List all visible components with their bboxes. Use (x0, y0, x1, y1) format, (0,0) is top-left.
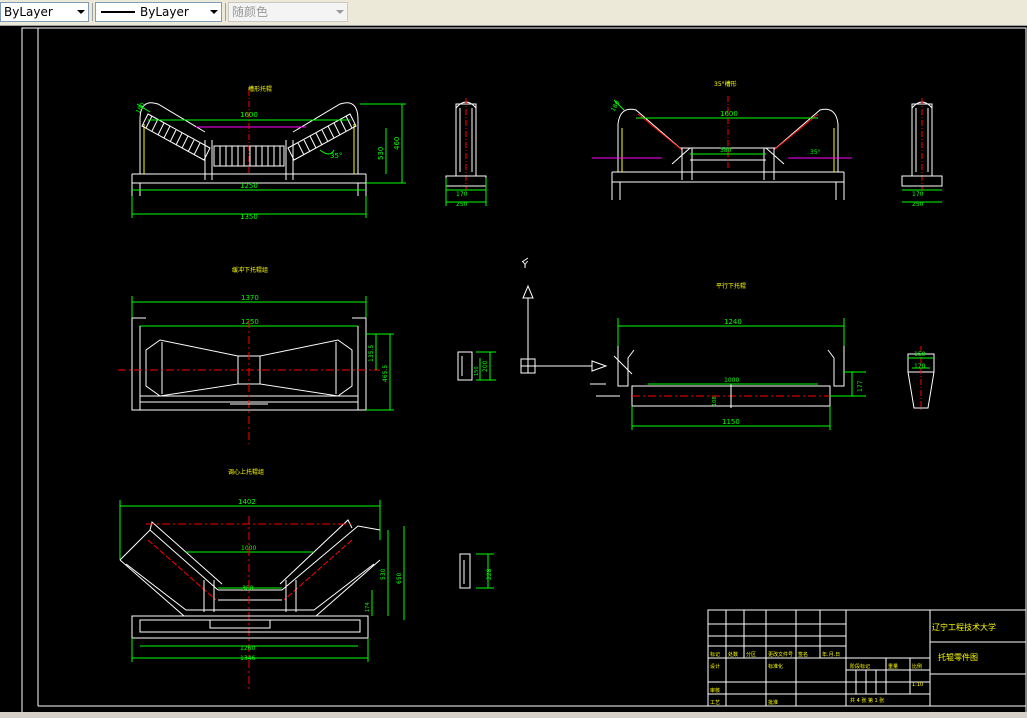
svg-text:170: 170 (912, 191, 924, 198)
svg-text:1240: 1240 (724, 318, 742, 326)
svg-text:150: 150 (474, 366, 480, 376)
svg-text:批准: 批准 (768, 699, 778, 706)
troughed-idler-front-view: 槽形托辊 1600 1250 1350 530 460 35° 180 (131, 85, 406, 221)
troughed-35-side-view: 170 250 (901, 98, 943, 208)
svg-text:1370: 1370 (241, 294, 259, 302)
svg-text:审核: 审核 (710, 687, 720, 694)
linetype-dropdown-value: ByLayer (140, 5, 189, 19)
view-title: 调心上托辊组 (228, 468, 264, 476)
ucs-axis-icon: Y (520, 257, 608, 374)
svg-text:1:10: 1:10 (912, 682, 923, 688)
svg-text:135.5: 135.5 (368, 345, 375, 362)
svg-text:1150: 1150 (722, 418, 740, 426)
svg-text:1250: 1250 (240, 182, 258, 190)
svg-text:设计: 设计 (710, 663, 720, 670)
drawing-canvas[interactable]: 槽形托辊 1600 1250 1350 530 460 35° 180 170 … (0, 26, 1027, 714)
svg-text:460: 460 (393, 137, 401, 150)
svg-text:1000: 1000 (724, 377, 739, 384)
svg-text:228: 228 (486, 568, 493, 580)
view-title: 35°槽形 (714, 80, 737, 88)
svg-text:650: 650 (396, 572, 403, 584)
parallel-idler-side-view: 150 170 (907, 346, 935, 412)
bottom-bracket-detail: 228 (459, 553, 494, 589)
svg-text:200: 200 (482, 360, 489, 372)
svg-text:35°: 35° (330, 152, 342, 160)
svg-text:1600: 1600 (240, 111, 258, 119)
drawing-name: 托辊零件图 (938, 652, 978, 662)
bracket-detail: 200 150 (457, 351, 496, 381)
svg-text:1250: 1250 (241, 318, 259, 326)
svg-text:签名: 签名 (798, 651, 808, 658)
svg-text:年.月.日: 年.月.日 (822, 651, 840, 658)
svg-text:标准化: 标准化 (768, 663, 783, 670)
chevron-down-icon (332, 3, 347, 21)
color-dropdown-value: ByLayer (4, 5, 53, 19)
color-dropdown[interactable]: ByLayer (0, 2, 89, 22)
linetype-dropdown[interactable]: ByLayer (95, 2, 222, 22)
svg-text:1600: 1600 (720, 110, 738, 118)
svg-text:108: 108 (712, 396, 718, 406)
svg-text:1346: 1346 (240, 655, 255, 662)
svg-text:150: 150 (914, 351, 926, 358)
svg-text:标记: 标记 (710, 651, 720, 658)
svg-text:工艺: 工艺 (710, 700, 720, 706)
status-bar (0, 712, 1027, 718)
svg-text:阶段标记: 阶段标记 (850, 663, 870, 670)
svg-text:处数: 处数 (728, 651, 738, 658)
svg-text:380: 380 (242, 585, 254, 592)
linetype-swatch (101, 11, 135, 13)
svg-text:530: 530 (377, 147, 385, 160)
svg-text:530: 530 (380, 568, 387, 580)
chevron-down-icon[interactable] (73, 3, 88, 21)
parallel-idler-front-view: 平行下托辊 1240 1000 1150 177 108 (590, 282, 866, 430)
troughed-35-front-view: 35°槽形 1600 380 180 35° (592, 80, 852, 200)
view-title: 平行下托辊 (716, 282, 746, 290)
view-title: 槽形托辊 (248, 85, 272, 93)
toolbar-separator (92, 3, 93, 21)
svg-text:1260: 1260 (240, 645, 255, 652)
svg-text:共 4 张 第 1 张: 共 4 张 第 1 张 (850, 697, 884, 704)
buffer-idler-front-view: 缓冲下托辊组 1370 1250 135.5 465.5 (118, 266, 394, 444)
plot-style-dropdown: 随颜色 (228, 2, 348, 22)
troughed-idler-side-view: 170 250 (445, 98, 487, 208)
toolbar-separator (225, 3, 226, 21)
self-aligning-idler-front-view: 调心上托辊组 1402 1000 380 1260 1346 530 650 1… (119, 468, 405, 690)
svg-text:分区: 分区 (746, 651, 756, 658)
svg-text:35°: 35° (810, 149, 821, 156)
chevron-down-icon[interactable] (206, 3, 221, 21)
title-block: 辽宁工程技术大学 托辊零件图 标记 处数 分区 更改文件号 签名 年.月.日 设… (707, 609, 1027, 707)
school-name: 辽宁工程技术大学 (932, 622, 996, 632)
svg-text:1402: 1402 (238, 498, 256, 506)
svg-text:174: 174 (365, 602, 371, 612)
svg-text:380: 380 (720, 147, 732, 154)
view-title: 缓冲下托辊组 (232, 266, 268, 274)
properties-toolbar: ByLayer ByLayer 随颜色 (0, 0, 1027, 26)
svg-text:比例: 比例 (912, 663, 922, 670)
svg-text:170: 170 (914, 363, 926, 370)
svg-text:重量: 重量 (888, 663, 898, 670)
svg-text:250: 250 (456, 201, 468, 208)
sheet-border (21, 27, 1027, 714)
svg-text:170: 170 (456, 191, 468, 198)
svg-text:1350: 1350 (240, 213, 258, 221)
plot-style-dropdown-value: 随颜色 (232, 5, 269, 19)
svg-text:177: 177 (857, 380, 864, 392)
svg-text:250: 250 (912, 201, 924, 208)
svg-text:465.5: 465.5 (382, 365, 389, 382)
svg-text:更改文件号: 更改文件号 (768, 651, 793, 658)
